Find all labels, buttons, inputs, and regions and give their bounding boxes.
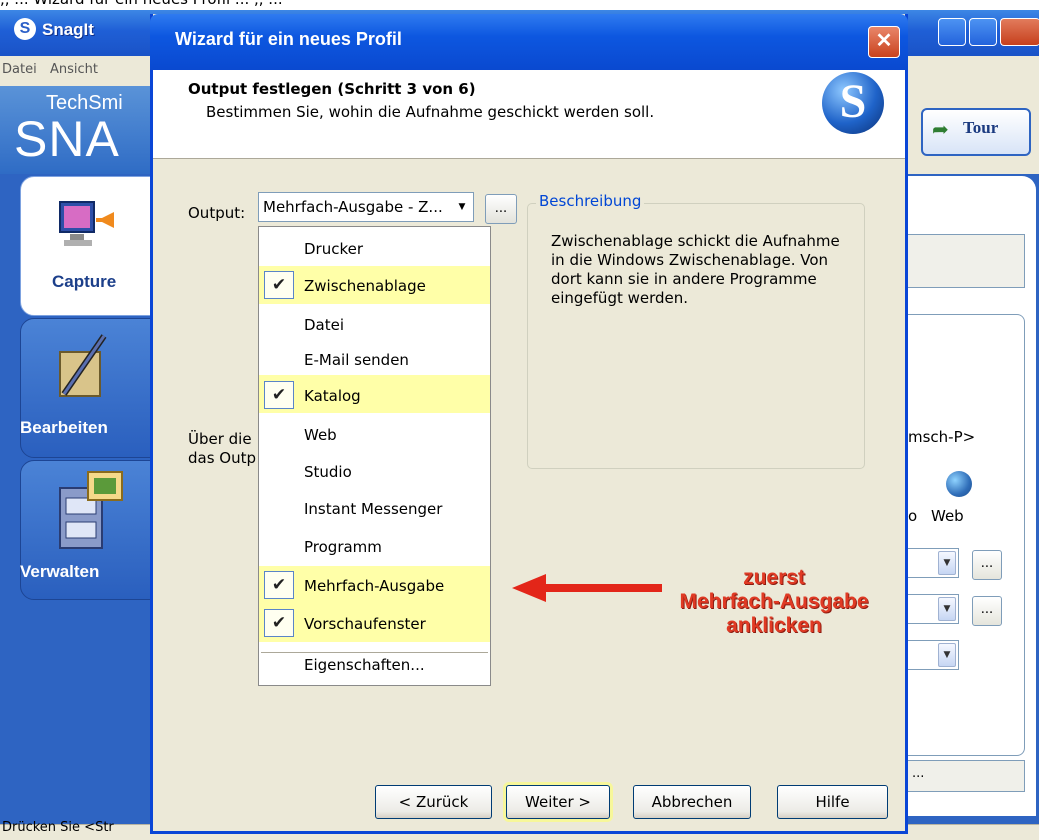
tour-label: Tour xyxy=(963,118,999,137)
annotation-text: zuerst Mehrfach-Ausgabe anklicken xyxy=(652,566,896,638)
checkmark-icon: ✔ xyxy=(264,609,294,637)
status-text: Drücken Sie <Str xyxy=(2,820,114,835)
menu-ansicht[interactable]: Ansicht xyxy=(50,62,98,77)
menu-item-label: E-Mail senden xyxy=(304,351,409,369)
info-text: Über die das Outp xyxy=(188,430,256,468)
annotation-line-3: anklicken xyxy=(726,614,822,637)
menu-item-label: Vorschaufenster xyxy=(304,615,426,633)
menu-item-studio[interactable] xyxy=(259,452,490,490)
snagit-app-icon: S xyxy=(14,18,36,40)
hotkey-text: msch-P> xyxy=(908,428,976,446)
right-settings-box xyxy=(906,314,1025,756)
step-description: Bestimmen Sie, wohin die Aufnahme geschi… xyxy=(206,103,655,121)
sidebar-label-verwalten: Verwalten xyxy=(20,562,100,581)
output-options-button[interactable]: ... xyxy=(485,194,517,224)
wizard-title: Wizard für ein neues Profil xyxy=(175,29,402,49)
right-profile-box xyxy=(906,234,1025,288)
sidebar-label-bearbeiten: Bearbeiten xyxy=(20,418,108,437)
menu-item-label: Zwischenablage xyxy=(304,277,426,295)
snagit-close-button[interactable] xyxy=(1000,18,1039,46)
annotation-line-2: Mehrfach-Ausgabe xyxy=(679,590,869,613)
minimize-button[interactable] xyxy=(938,18,966,46)
menu-item-label: Eigenschaften... xyxy=(304,656,425,674)
right-dots-button-2[interactable]: ... xyxy=(972,596,1002,626)
snagit-menubar: Datei Ansicht xyxy=(0,56,150,86)
manage-icon xyxy=(56,468,130,554)
menu-item-label: Datei xyxy=(304,316,345,334)
checkmark-icon: ✔ xyxy=(264,271,294,299)
chevron-down-icon[interactable]: ▼ xyxy=(938,643,956,667)
output-select-value: Mehrfach-Ausgabe - Z... xyxy=(263,198,443,216)
maximize-button[interactable] xyxy=(969,18,997,46)
web-label: Web xyxy=(931,507,964,525)
menu-item-label: Web xyxy=(304,426,337,444)
banner-snagit-logo: SNA xyxy=(14,111,120,167)
menu-item-label: Instant Messenger xyxy=(304,500,443,518)
menu-item-label: Studio xyxy=(304,463,352,481)
menu-item-label: Drucker xyxy=(304,240,364,258)
edit-icon xyxy=(54,332,114,404)
red-arrow-annotation xyxy=(512,568,662,608)
menu-item-web[interactable] xyxy=(259,415,490,453)
sidebar-label-capture: Capture xyxy=(52,272,117,291)
menu-item-label: Programm xyxy=(304,538,382,556)
menu-item-datei[interactable] xyxy=(259,304,490,342)
right-dots-button-1[interactable]: ... xyxy=(972,550,1002,580)
right-label-fragment: o xyxy=(908,507,918,525)
help-button[interactable]: Hilfe xyxy=(777,785,888,819)
capture-icon xyxy=(56,196,116,256)
next-button[interactable]: Weiter > xyxy=(506,785,610,819)
menu-item-label: Mehrfach-Ausgabe xyxy=(304,577,445,595)
checkmark-icon: ✔ xyxy=(264,571,294,599)
back-button[interactable]: < Zurück xyxy=(375,785,492,819)
right-bottom-dots: ... xyxy=(912,766,925,781)
step-title: Output festlegen (Schritt 3 von 6) xyxy=(188,80,476,98)
info-text-line-1: Über die xyxy=(188,430,252,448)
menu-item-label: Katalog xyxy=(304,387,361,405)
menu-item-drucker[interactable] xyxy=(259,229,490,267)
chevron-down-icon[interactable]: ▼ xyxy=(454,196,470,218)
snagit-logo-letter: S xyxy=(839,75,867,128)
globe-icon[interactable] xyxy=(946,471,972,497)
annotation-line-1: zuerst xyxy=(743,566,805,589)
snagit-window-title: SnagIt xyxy=(42,20,94,39)
close-icon[interactable]: ✕ xyxy=(868,26,900,58)
info-text-line-2: das Outp xyxy=(188,449,257,467)
checkmark-icon: ✔ xyxy=(264,381,294,409)
tour-arrow-icon: ➦ xyxy=(932,117,949,141)
menu-datei[interactable]: Datei xyxy=(2,62,37,77)
cancel-button[interactable]: Abbrechen xyxy=(633,785,751,819)
description-text: Zwischenablage schickt die Aufnahme in d… xyxy=(551,232,840,307)
chevron-down-icon[interactable]: ▼ xyxy=(938,597,956,621)
chevron-down-icon[interactable]: ▼ xyxy=(938,551,956,575)
description-legend: Beschreibung xyxy=(536,192,645,210)
output-label: Output: xyxy=(188,204,246,222)
